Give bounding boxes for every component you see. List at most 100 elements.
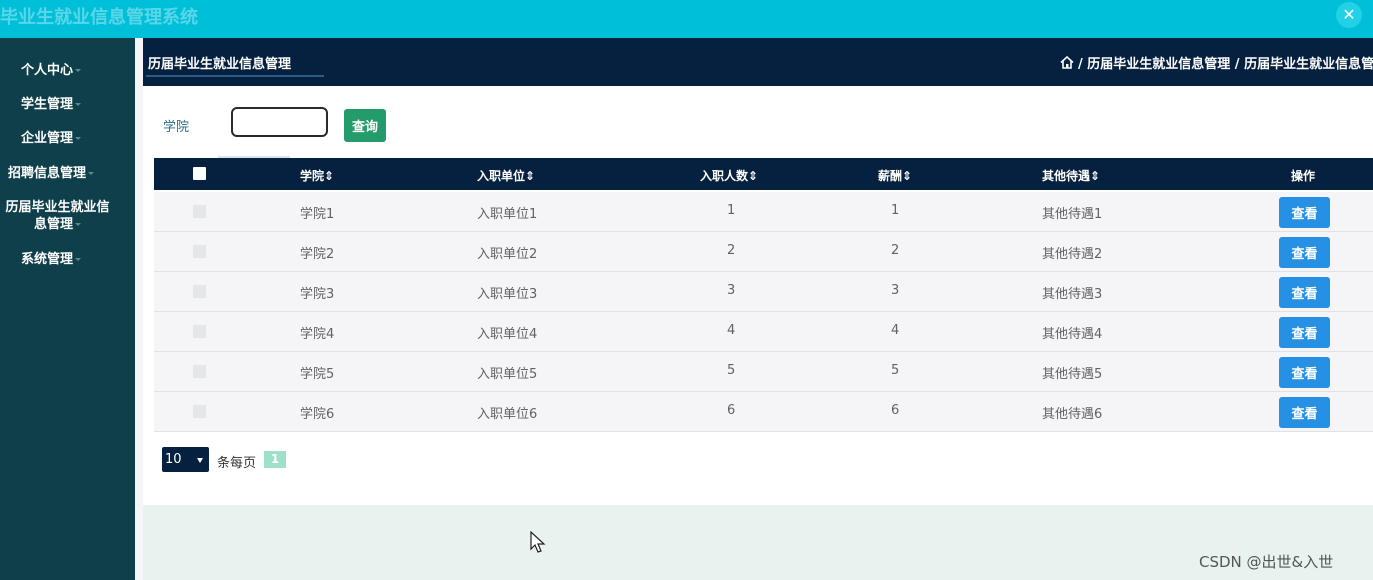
cell-benefits: 其他待遇3: [1042, 287, 1103, 302]
caret-down-icon: [88, 172, 94, 175]
table-row: 学院4 入职单位4 4 4 其他待遇4 查看: [154, 312, 1373, 352]
cell-company: 入职单位1: [477, 207, 538, 222]
sidebar-item-label: 个人中心: [20, 63, 73, 78]
column-header-count[interactable]: 入职人数⇕: [700, 167, 758, 184]
cell-company: 入职单位6: [477, 407, 538, 422]
cell-count: 4: [727, 323, 736, 338]
cell-company: 入职单位2: [477, 247, 538, 262]
cell-count: 5: [727, 363, 736, 378]
cell-college: 学院4: [300, 327, 335, 342]
column-header-benefits[interactable]: 其他待遇⇕: [1042, 167, 1100, 184]
cell-college: 学院1: [300, 207, 335, 222]
cell-count: 6: [727, 403, 736, 418]
sidebar-divider: [135, 38, 143, 580]
row-checkbox[interactable]: [193, 285, 206, 298]
column-header-college[interactable]: 学院⇕: [300, 167, 334, 184]
cell-benefits: 其他待遇2: [1042, 247, 1103, 262]
page-number-current[interactable]: 1: [264, 451, 286, 468]
cell-company: 入职单位3: [477, 287, 538, 302]
sort-icon: ⇕: [1090, 169, 1101, 183]
caret-down-icon: [75, 69, 81, 72]
watermark: CSDN @出世&入世: [1199, 553, 1334, 571]
search-input-college[interactable]: [231, 107, 328, 137]
cell-benefits: 其他待遇1: [1042, 207, 1103, 222]
sidebar-item-companies[interactable]: 企业管理: [0, 130, 102, 147]
per-page-label: 条每页: [217, 456, 257, 471]
search-button[interactable]: 查询: [344, 109, 386, 142]
row-checkbox[interactable]: [193, 405, 206, 418]
sidebar-item-label: 企业管理: [20, 131, 73, 146]
table-row: 学院3 入职单位3 3 3 其他待遇3 查看: [154, 272, 1373, 312]
sidebar-item-label: 招聘信息管理: [7, 166, 86, 181]
cell-salary: 2: [891, 243, 900, 258]
sidebar-item-graduate-employment[interactable]: 历届毕业生就业信息管理: [0, 199, 115, 233]
cell-salary: 4: [891, 323, 900, 338]
cell-count: 2: [727, 243, 736, 258]
sidebar-item-personal-center[interactable]: 个人中心: [0, 62, 102, 79]
cell-college: 学院6: [300, 407, 335, 422]
view-button[interactable]: 查看: [1279, 397, 1330, 428]
sort-icon: ⇕: [324, 169, 335, 183]
column-header-company[interactable]: 入职单位⇕: [477, 167, 535, 184]
mouse-cursor-icon: [530, 531, 546, 553]
column-header-salary[interactable]: 薪酬⇕: [878, 167, 912, 184]
breadcrumb-path: / 历届毕业生就业信息管理 / 历届毕业生就业信息管理: [1078, 57, 1373, 72]
select-all-checkbox[interactable]: [193, 167, 206, 180]
search-label-college: 学院: [163, 120, 190, 135]
row-checkbox[interactable]: [193, 325, 206, 338]
tab-graduate-employment[interactable]: 历届毕业生就业信息管理: [148, 53, 291, 72]
cell-count: 3: [727, 283, 736, 298]
table-row: 学院1 入职单位1 1 1 其他待遇1 查看: [154, 192, 1373, 232]
caret-down-icon: [75, 137, 81, 140]
sort-icon: ⇕: [902, 169, 913, 183]
sidebar: [0, 38, 135, 580]
caret-down-icon: [75, 258, 81, 261]
tab-underline: [146, 75, 324, 77]
cell-salary: 5: [891, 363, 900, 378]
view-button[interactable]: 查看: [1279, 357, 1330, 388]
cell-benefits: 其他待遇5: [1042, 367, 1103, 382]
caret-down-icon: [75, 223, 81, 226]
cell-salary: 6: [891, 403, 900, 418]
row-checkbox[interactable]: [193, 365, 206, 378]
cell-college: 学院2: [300, 247, 335, 262]
view-button[interactable]: 查看: [1279, 277, 1330, 308]
cell-company: 入职单位4: [477, 327, 538, 342]
cell-college: 学院3: [300, 287, 335, 302]
column-header-actions: 操作: [1291, 169, 1316, 183]
view-button[interactable]: 查看: [1279, 317, 1330, 348]
sidebar-item-label: 学生管理: [20, 97, 73, 112]
page-size-select[interactable]: 10: [162, 447, 209, 472]
dropdown-arrow-icon: [197, 458, 203, 463]
sidebar-item-recruitment[interactable]: 招聘信息管理: [0, 165, 102, 182]
page-size-value: 10: [165, 452, 182, 467]
close-icon: ✕: [1342, 5, 1356, 24]
cell-college: 学院5: [300, 367, 335, 382]
breadcrumb: / 历届毕业生就业信息管理 / 历届毕业生就业信息管理: [1060, 53, 1373, 72]
cell-benefits: 其他待遇4: [1042, 327, 1103, 342]
caret-down-icon: [75, 103, 81, 106]
row-checkbox[interactable]: [193, 245, 206, 258]
app-title: 毕业生就业信息管理系统: [0, 7, 198, 28]
sidebar-item-system[interactable]: 系统管理: [0, 251, 102, 268]
table-row: 学院2 入职单位2 2 2 其他待遇2 查看: [154, 232, 1373, 272]
sidebar-item-label: 历届毕业生就业信息管理: [5, 200, 110, 232]
close-button[interactable]: ✕: [1336, 2, 1362, 28]
table-row: 学院6 入职单位6 6 6 其他待遇6 查看: [154, 392, 1373, 432]
view-button[interactable]: 查看: [1279, 237, 1330, 268]
cell-count: 1: [727, 203, 736, 218]
cell-company: 入职单位5: [477, 367, 538, 382]
cell-salary: 1: [891, 203, 900, 218]
cell-benefits: 其他待遇6: [1042, 407, 1103, 422]
sort-icon: ⇕: [748, 169, 759, 183]
table-header-accent: [218, 156, 290, 158]
table-row: 学院5 入职单位5 5 5 其他待遇5 查看: [154, 352, 1373, 392]
sidebar-item-label: 系统管理: [20, 252, 73, 267]
sort-icon: ⇕: [525, 169, 536, 183]
cell-salary: 3: [891, 283, 900, 298]
view-button[interactable]: 查看: [1279, 197, 1330, 228]
home-icon[interactable]: [1060, 56, 1074, 69]
sidebar-item-students[interactable]: 学生管理: [0, 96, 102, 113]
title-bar: [0, 0, 1373, 38]
row-checkbox[interactable]: [193, 205, 206, 218]
